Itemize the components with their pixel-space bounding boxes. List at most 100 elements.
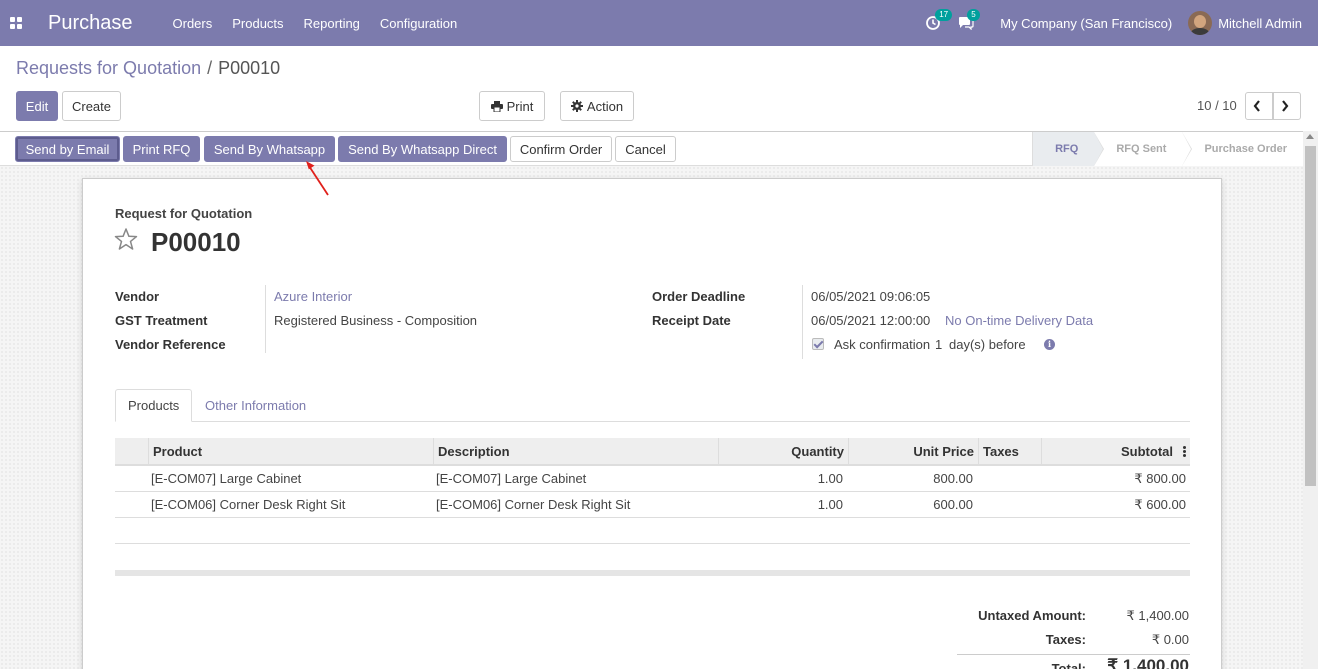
- print-button[interactable]: Print: [479, 91, 545, 121]
- cell-description: [E-COM07] Large Cabinet: [436, 471, 587, 486]
- optional-columns-icon[interactable]: [1183, 446, 1186, 458]
- breadcrumb-parent[interactable]: Requests for Quotation: [16, 58, 201, 78]
- printer-icon: [490, 100, 503, 112]
- column-subtotal[interactable]: Subtotal: [1041, 438, 1177, 466]
- form-sheet: Request for Quotation P00010 Vendor GST …: [82, 178, 1222, 669]
- total-value: ₹ 1,400.00: [1107, 656, 1189, 669]
- stage-purchase-order-label: Purchase Order: [1204, 143, 1287, 155]
- order-lines-table: Product Description Quantity Unit Price …: [115, 438, 1190, 544]
- table-header: Product Description Quantity Unit Price …: [115, 438, 1190, 466]
- scroll-up-arrow-icon[interactable]: [1306, 134, 1314, 139]
- cell-subtotal: ₹ 800.00: [1134, 471, 1186, 486]
- stage-rfq-sent[interactable]: RFQ Sent: [1094, 132, 1193, 166]
- send-by-whatsapp-direct-button[interactable]: Send By Whatsapp Direct: [338, 136, 507, 162]
- vendor-field[interactable]: Azure Interior: [274, 289, 352, 304]
- column-taxes[interactable]: Taxes: [978, 438, 1041, 466]
- order-deadline-field[interactable]: 06/05/2021 09:06:05: [811, 289, 930, 304]
- stage-rfq[interactable]: RFQ: [1032, 132, 1105, 166]
- untaxed-amount-label: Untaxed Amount:: [978, 608, 1086, 623]
- user-menu[interactable]: Mitchell Admin: [1218, 16, 1302, 31]
- breadcrumb: Requests for Quotation / P00010: [16, 58, 280, 79]
- activity-count-badge: 17: [935, 9, 953, 21]
- apps-menu-icon[interactable]: [0, 0, 32, 46]
- stage-pipeline: RFQ RFQ Sent Purchase Order: [1032, 132, 1303, 166]
- table-row[interactable]: [E-COM07] Large Cabinet [E-COM07] Large …: [115, 466, 1190, 492]
- edit-button[interactable]: Edit: [16, 91, 58, 121]
- star-icon[interactable]: [114, 228, 138, 254]
- table-row-empty: [115, 518, 1190, 544]
- taxes-value: ₹ 0.00: [1151, 632, 1189, 647]
- document-type: Request for Quotation: [115, 206, 253, 221]
- chevron-left-icon: [1253, 100, 1260, 112]
- stage-purchase-order[interactable]: Purchase Order: [1182, 132, 1303, 166]
- column-unit-price[interactable]: Unit Price: [848, 438, 978, 466]
- user-avatar[interactable]: [1188, 11, 1213, 35]
- cell-quantity: 1.00: [817, 471, 843, 486]
- cell-unit-price: 800.00: [933, 471, 973, 486]
- menu-reporting[interactable]: Reporting: [294, 16, 370, 31]
- action-button[interactable]: Action: [560, 91, 634, 121]
- days-before-label: day(s) before: [949, 337, 1026, 352]
- menu-orders[interactable]: Orders: [163, 16, 223, 31]
- stage-rfq-sent-label: RFQ Sent: [1116, 143, 1167, 155]
- confirmation-days-field[interactable]: 1: [935, 337, 942, 352]
- receipt-date-field[interactable]: 06/05/2021 12:00:00: [811, 313, 930, 328]
- create-button[interactable]: Create: [62, 91, 121, 121]
- company-switcher[interactable]: My Company (San Francisco): [1000, 16, 1172, 31]
- vendor-reference-label: Vendor Reference: [115, 337, 226, 352]
- status-bar: Send by Email Print RFQ Send By Whatsapp…: [0, 131, 1303, 166]
- gst-treatment-field[interactable]: Registered Business - Composition: [274, 313, 477, 328]
- ask-confirmation-label: Ask confirmation: [834, 337, 931, 352]
- cell-taxes: [977, 466, 1040, 492]
- send-by-email-button[interactable]: Send by Email: [15, 136, 120, 162]
- info-icon[interactable]: i: [1044, 339, 1055, 350]
- order-deadline-label: Order Deadline: [652, 289, 746, 304]
- gst-treatment-label: GST Treatment: [115, 313, 208, 328]
- column-quantity[interactable]: Quantity: [718, 438, 848, 466]
- cell-product: [E-COM07] Large Cabinet: [151, 471, 302, 486]
- activity-icon[interactable]: 17: [926, 9, 953, 30]
- stage-rfq-label: RFQ: [1055, 143, 1079, 155]
- pager-next-button[interactable]: [1273, 92, 1301, 120]
- table-row[interactable]: [E-COM06] Corner Desk Right Sit [E-COM06…: [115, 492, 1190, 518]
- ask-confirmation-checkbox[interactable]: [812, 338, 824, 350]
- table-footer: [115, 570, 1190, 576]
- tab-other-information[interactable]: Other Information: [193, 389, 318, 422]
- print-rfq-button[interactable]: Print RFQ: [123, 136, 200, 162]
- breadcrumb-current: P00010: [218, 58, 281, 78]
- pager-value[interactable]: 10 / 10: [1197, 98, 1237, 113]
- app-name[interactable]: Purchase: [48, 12, 133, 35]
- cell-description: [E-COM06] Corner Desk Right Sit: [436, 497, 631, 512]
- menu-products[interactable]: Products: [222, 16, 293, 31]
- receipt-date-label: Receipt Date: [652, 313, 731, 328]
- taxes-label: Taxes:: [1045, 632, 1086, 647]
- cell-unit-price: 600.00: [933, 497, 973, 512]
- cancel-button[interactable]: Cancel: [615, 136, 676, 162]
- action-label: Action: [586, 98, 624, 114]
- cell-subtotal: ₹ 600.00: [1134, 497, 1186, 512]
- top-navbar: Purchase Orders Products Reporting Confi…: [0, 0, 1318, 46]
- confirm-order-button[interactable]: Confirm Order: [510, 136, 612, 162]
- cell-product: [E-COM06] Corner Desk Right Sit: [151, 497, 346, 512]
- chevron-right-icon: [1282, 100, 1289, 112]
- vendor-label: Vendor: [115, 289, 160, 304]
- document-number: P00010: [151, 227, 241, 257]
- column-description[interactable]: Description: [433, 438, 718, 466]
- scrollbar-thumb[interactable]: [1305, 146, 1316, 486]
- untaxed-amount-value: ₹ 1,400.00: [1126, 608, 1190, 623]
- message-count-badge: 5: [967, 9, 980, 21]
- messages-icon[interactable]: 5: [958, 9, 980, 30]
- gear-icon: [570, 100, 583, 112]
- print-label: Print: [506, 98, 534, 114]
- cell-taxes: [977, 492, 1040, 518]
- cell-quantity: 1.00: [817, 497, 843, 512]
- column-product[interactable]: Product: [148, 438, 433, 466]
- annotation-arrow-icon: [306, 161, 329, 196]
- tab-products[interactable]: Products: [115, 389, 193, 422]
- handle-column: [115, 438, 149, 466]
- menu-configuration[interactable]: Configuration: [370, 16, 467, 31]
- vendor-reference-field[interactable]: [274, 337, 524, 353]
- ontime-delivery-link[interactable]: No On-time Delivery Data: [945, 313, 1093, 328]
- breadcrumb-separator: /: [207, 58, 213, 78]
- pager-previous-button[interactable]: [1245, 92, 1273, 120]
